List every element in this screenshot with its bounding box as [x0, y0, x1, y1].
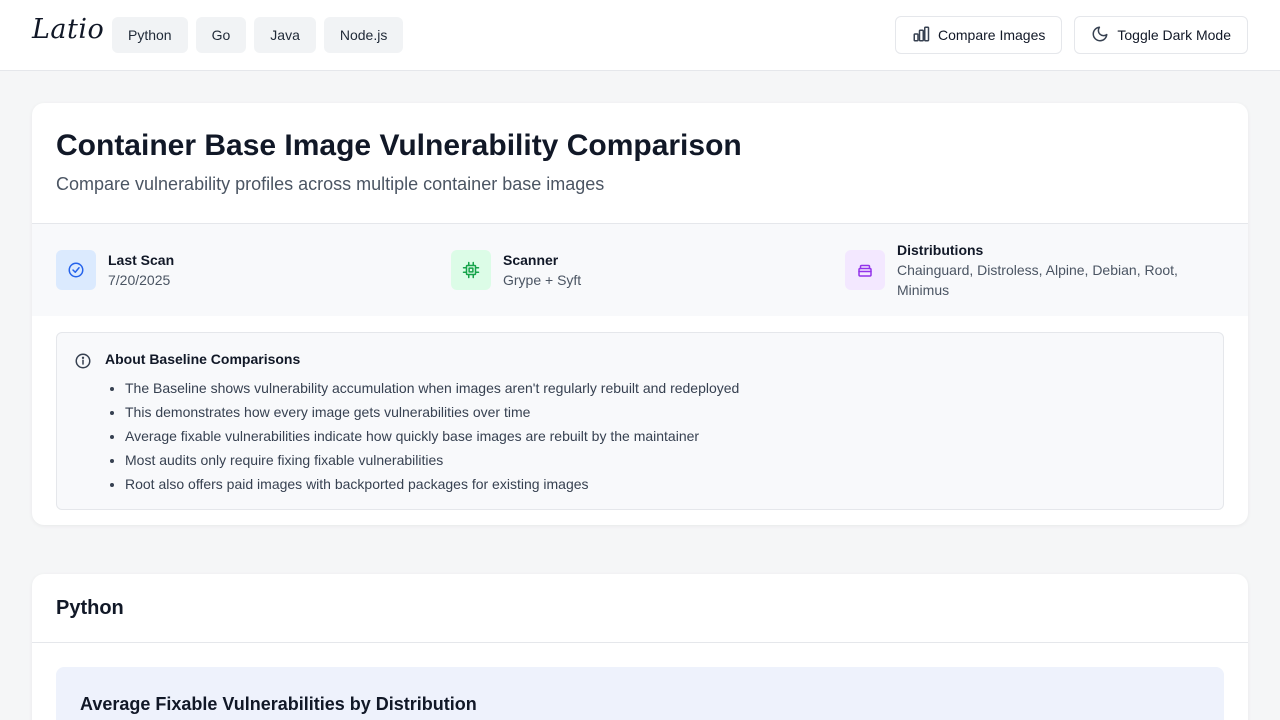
distributions-value: Chainguard, Distroless, Alpine, Debian, … — [897, 262, 1178, 298]
toggle-dark-mode-button[interactable]: Toggle Dark Mode — [1074, 16, 1248, 54]
bar-chart-icon — [912, 25, 930, 46]
distributions-info: Distributions Chainguard, Distroless, Al… — [845, 240, 1217, 300]
cpu-chip-icon — [451, 250, 491, 290]
check-circle-icon — [56, 250, 96, 290]
last-scan-value: 7/20/2025 — [108, 272, 171, 288]
chart-title: Average Fixable Vulnerabilities by Distr… — [80, 694, 477, 714]
language-tabs: Python Go Java Node.js — [112, 17, 404, 53]
list-item: Root also offers paid images with backpo… — [125, 472, 739, 496]
page-subtitle: Compare vulnerability profiles across mu… — [56, 174, 605, 194]
fixable-vulns-chart: Average Fixable Vulnerabilities by Distr… — [56, 667, 1224, 720]
python-section: Python Average Fixable Vulnerabilities b… — [32, 574, 1248, 720]
tab-python[interactable]: Python — [112, 17, 188, 53]
list-item: Average fixable vulnerabilities indicate… — [125, 424, 739, 448]
dark-mode-label: Toggle Dark Mode — [1117, 27, 1231, 43]
about-list: The Baseline shows vulnerability accumul… — [125, 376, 739, 496]
last-scan-info: Last Scan 7/20/2025 — [56, 250, 174, 290]
compare-images-label: Compare Images — [937, 27, 1046, 43]
tab-nodejs[interactable]: Node.js — [323, 17, 404, 53]
list-item: Most audits only require fixing fixable … — [125, 448, 739, 472]
tab-go[interactable]: Go — [195, 17, 247, 53]
latio-logo[interactable]: Latio — [32, 14, 104, 45]
scanner-info: Scanner Grype + Syft — [451, 250, 581, 290]
about-baseline-panel: About Baseline Comparisons The Baseline … — [56, 332, 1224, 510]
overview-card: Container Base Image Vulnerability Compa… — [32, 103, 1248, 525]
distributions-label: Distributions — [897, 242, 984, 258]
top-nav-bar: Latio Python Go Java Node.js Compare Ima… — [0, 0, 1280, 71]
list-item: This demonstrates how every image gets v… — [125, 400, 739, 424]
tab-java[interactable]: Java — [254, 17, 316, 53]
package-box-icon — [845, 250, 885, 290]
python-section-title: Python — [32, 574, 1248, 643]
info-icon — [75, 353, 91, 369]
scanner-value: Grype + Syft — [503, 272, 582, 288]
header-actions: Compare Images Toggle Dark Mode — [894, 16, 1248, 54]
scan-metadata: Last Scan 7/20/2025 Scanner Grype + Syft — [32, 224, 1248, 316]
moon-icon — [1091, 25, 1109, 46]
last-scan-label: Last Scan — [108, 252, 175, 268]
overview-header: Container Base Image Vulnerability Compa… — [32, 103, 1248, 224]
about-title: About Baseline Comparisons — [105, 351, 301, 367]
list-item: The Baseline shows vulnerability accumul… — [125, 376, 739, 400]
page-title: Container Base Image Vulnerability Compa… — [56, 129, 742, 162]
scanner-label: Scanner — [503, 252, 559, 268]
compare-images-button[interactable]: Compare Images — [894, 16, 1063, 54]
